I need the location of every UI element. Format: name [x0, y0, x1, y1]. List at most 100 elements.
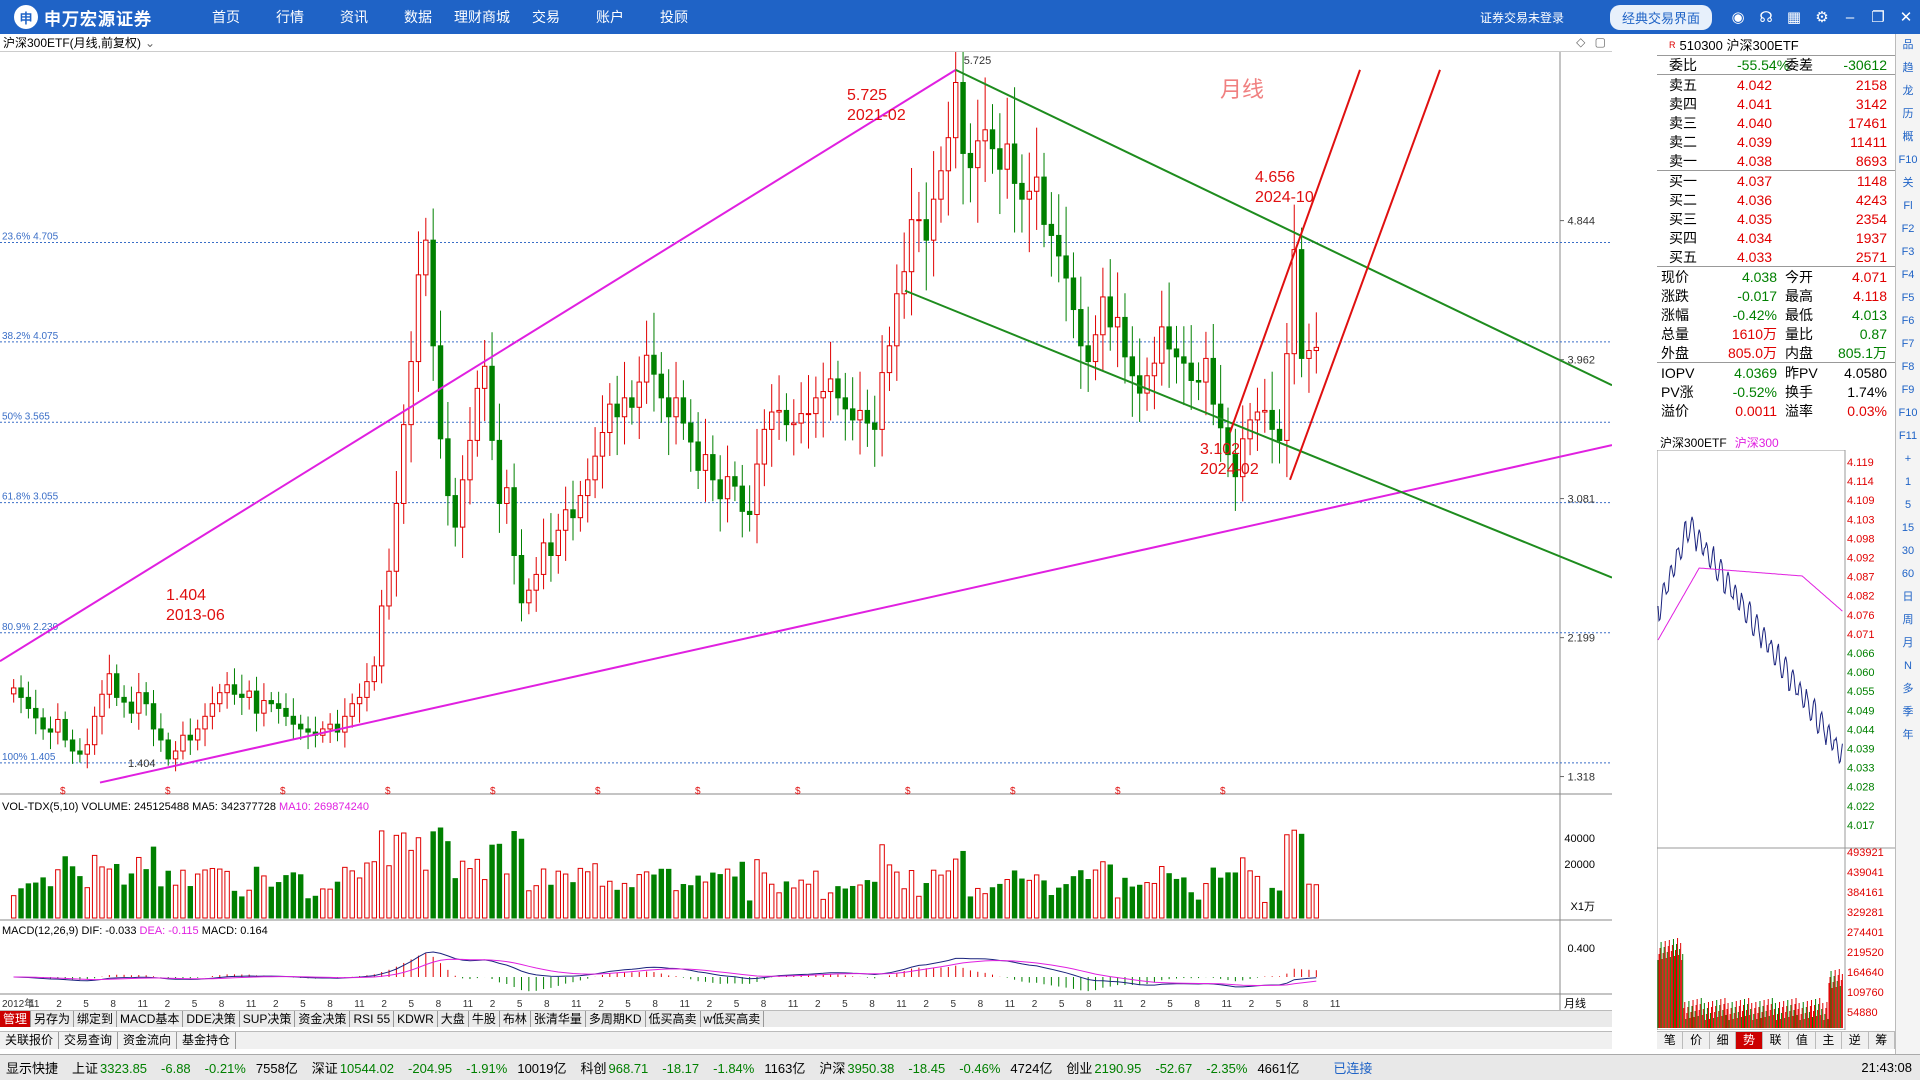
minimize-icon[interactable]: – [1836, 9, 1864, 26]
indicator-tab[interactable]: w低买高卖 [701, 1011, 765, 1027]
side-tool-icon[interactable]: 1 [1896, 471, 1920, 494]
indicator-tab[interactable]: 另存为 [31, 1011, 75, 1027]
chart-close-icon[interactable]: ▢ [1595, 35, 1606, 49]
kline-chart-area[interactable]: 23.6% 4.705 38.2% 4.075 50% 3.565 61.8% 3.0… [0, 52, 1612, 1010]
chart-title[interactable]: 沪深300ETF(月线,前复权) [3, 34, 141, 51]
index-name: 上证 [72, 1061, 99, 1076]
nav-item-market[interactable]: 行情 [258, 7, 322, 27]
indicator-tab[interactable]: 资金决策 [295, 1011, 351, 1027]
side-tool-icon[interactable]: F3 [1896, 241, 1920, 264]
index-quote[interactable]: 创业 2190.95 -52.67 -2.35% 4661亿 [1066, 1061, 1299, 1076]
indicator-tab[interactable]: 绑定到 [74, 1011, 118, 1027]
side-tool-icon[interactable]: Fl [1896, 195, 1920, 218]
nav-item-data[interactable]: 数据 [386, 7, 450, 27]
side-tool-icon[interactable]: 15 [1896, 517, 1920, 540]
side-tool-icon[interactable]: 5 [1896, 494, 1920, 517]
period-tag[interactable]: 月线 [1564, 996, 1586, 1010]
nav-item-home[interactable]: 首页 [194, 7, 258, 27]
intraday-tab-index[interactable]: 沪深300 [1735, 434, 1779, 451]
indicator-tab[interactable]: 牛股 [469, 1011, 500, 1027]
right-tab[interactable]: 联 [1763, 1032, 1790, 1049]
high-marker: 5.725 [964, 55, 992, 67]
nav-item-account[interactable]: 账户 [578, 7, 642, 27]
indicator-tab[interactable]: SUP决策 [240, 1011, 296, 1027]
side-tool-icon[interactable]: 季 [1896, 701, 1920, 724]
index-quote[interactable]: 沪深 3950.38 -18.45 -0.46% 4724亿 [819, 1061, 1052, 1076]
close-icon[interactable]: ✕ [1892, 8, 1920, 26]
side-tool-icon[interactable]: N [1896, 655, 1920, 678]
right-tab[interactable]: 筹 [1869, 1032, 1895, 1049]
right-tab[interactable]: 笔 [1657, 1032, 1684, 1049]
volume-bar [989, 887, 996, 919]
classic-trade-button[interactable]: 经典交易界面 [1609, 4, 1712, 30]
intraday-tab-etf[interactable]: 沪深300ETF [1660, 434, 1727, 451]
side-tool-icon[interactable]: 龙 [1896, 80, 1920, 103]
indicator-tab[interactable]: 低买高卖 [646, 1011, 701, 1027]
side-tool-icon[interactable]: F11 [1896, 425, 1920, 448]
nav-item-advisor[interactable]: 投顾 [642, 7, 706, 27]
side-tool-icon[interactable]: 概 [1896, 126, 1920, 149]
side-tool-icon[interactable]: F9 [1896, 379, 1920, 402]
right-tab[interactable]: 值 [1789, 1032, 1816, 1049]
side-tool-icon[interactable]: F4 [1896, 264, 1920, 287]
nav-item-trade[interactable]: 交易 [514, 7, 578, 27]
side-tool-icon[interactable]: 日 [1896, 586, 1920, 609]
index-change: -18.17 [662, 1061, 700, 1076]
restore-icon[interactable]: ❐ [1864, 8, 1892, 26]
right-tab[interactable]: 主 [1816, 1032, 1843, 1049]
user-icon[interactable]: ◉ [1724, 8, 1752, 26]
side-tool-icon[interactable]: 多 [1896, 678, 1920, 701]
side-tool-icon[interactable]: 趋 [1896, 57, 1920, 80]
login-status[interactable]: 证券交易未登录 [1480, 9, 1564, 26]
chart-settings-icon[interactable]: ◇ [1576, 35, 1585, 49]
page-tab[interactable]: 交易查询 [59, 1032, 119, 1049]
index-quote[interactable]: 上证 3323.85 -6.88 -0.21% 7558亿 [72, 1061, 298, 1076]
gear-icon[interactable]: ⚙ [1808, 8, 1836, 26]
indicator-tab[interactable]: RSI 55 [350, 1011, 395, 1027]
nav-item-wealth[interactable]: 理财商城 [450, 7, 514, 27]
indicator-tab[interactable]: 多周期KD [586, 1011, 646, 1027]
side-tool-icon[interactable]: F10 [1896, 402, 1920, 425]
quote-stat-value: 4.013 [1851, 306, 1887, 323]
ask-level-row: 卖一 4.038 8693 [1657, 151, 1895, 170]
indicator-tab[interactable]: KDWR [394, 1011, 438, 1027]
quote-stat-value: 4.118 [1853, 287, 1887, 304]
side-tool-icon[interactable]: F10 [1896, 149, 1920, 172]
side-tool-icon[interactable]: 月 [1896, 632, 1920, 655]
index-quote[interactable]: 深证 10544.02 -204.95 -1.91% 10019亿 [312, 1061, 567, 1076]
side-tool-icon[interactable]: 历 [1896, 103, 1920, 126]
indicator-tab[interactable]: 布林 [500, 1011, 531, 1027]
display-shortcut-label[interactable]: 显示快捷 [6, 1058, 58, 1077]
indicator-tab[interactable]: 管理 [0, 1011, 32, 1027]
indicator-tab[interactable]: MACD基本 [117, 1011, 184, 1027]
side-tool-icon[interactable]: 关 [1896, 172, 1920, 195]
side-tool-icon[interactable]: 年 [1896, 724, 1920, 747]
side-tool-icon[interactable]: 品 [1896, 34, 1920, 57]
nav-item-news[interactable]: 资讯 [322, 7, 386, 27]
side-tool-icon[interactable]: 30 [1896, 540, 1920, 563]
index-quote[interactable]: 科创 968.71 -18.17 -1.84% 1163亿 [581, 1061, 806, 1076]
headset-icon[interactable]: ☊ [1752, 8, 1780, 26]
page-tab[interactable]: 关联报价 [0, 1032, 60, 1049]
side-tool-icon[interactable]: F7 [1896, 333, 1920, 356]
right-tab[interactable]: 细 [1710, 1032, 1737, 1049]
right-tab[interactable]: 逆 [1842, 1032, 1869, 1049]
indicator-tab[interactable]: 大盘 [438, 1011, 469, 1027]
side-tool-icon[interactable]: 60 [1896, 563, 1920, 586]
indicator-tab[interactable]: DDE决策 [183, 1011, 240, 1027]
side-tool-icon[interactable]: F8 [1896, 356, 1920, 379]
indicator-tab[interactable]: 张清华量 [531, 1011, 586, 1027]
page-tab[interactable]: 基金持仓 [177, 1032, 237, 1049]
side-tool-icon[interactable]: F2 [1896, 218, 1920, 241]
side-tool-icon[interactable]: F5 [1896, 287, 1920, 310]
side-tool-icon[interactable]: F6 [1896, 310, 1920, 333]
chevron-down-icon[interactable]: ⌄ [145, 36, 155, 50]
right-tab[interactable]: 价 [1683, 1032, 1710, 1049]
grid-icon[interactable]: ▦ [1780, 8, 1808, 26]
intraday-chart[interactable]: 4.119 4.114 4.109 4.103 4.098 4.092 4.087 4.082… [1657, 450, 1895, 1030]
side-tool-icon[interactable]: 周 [1896, 609, 1920, 632]
side-tool-icon[interactable]: + [1896, 448, 1920, 471]
volume-bar [33, 882, 39, 919]
page-tab[interactable]: 资金流向 [118, 1032, 178, 1049]
right-tab[interactable]: 势 [1736, 1032, 1763, 1049]
